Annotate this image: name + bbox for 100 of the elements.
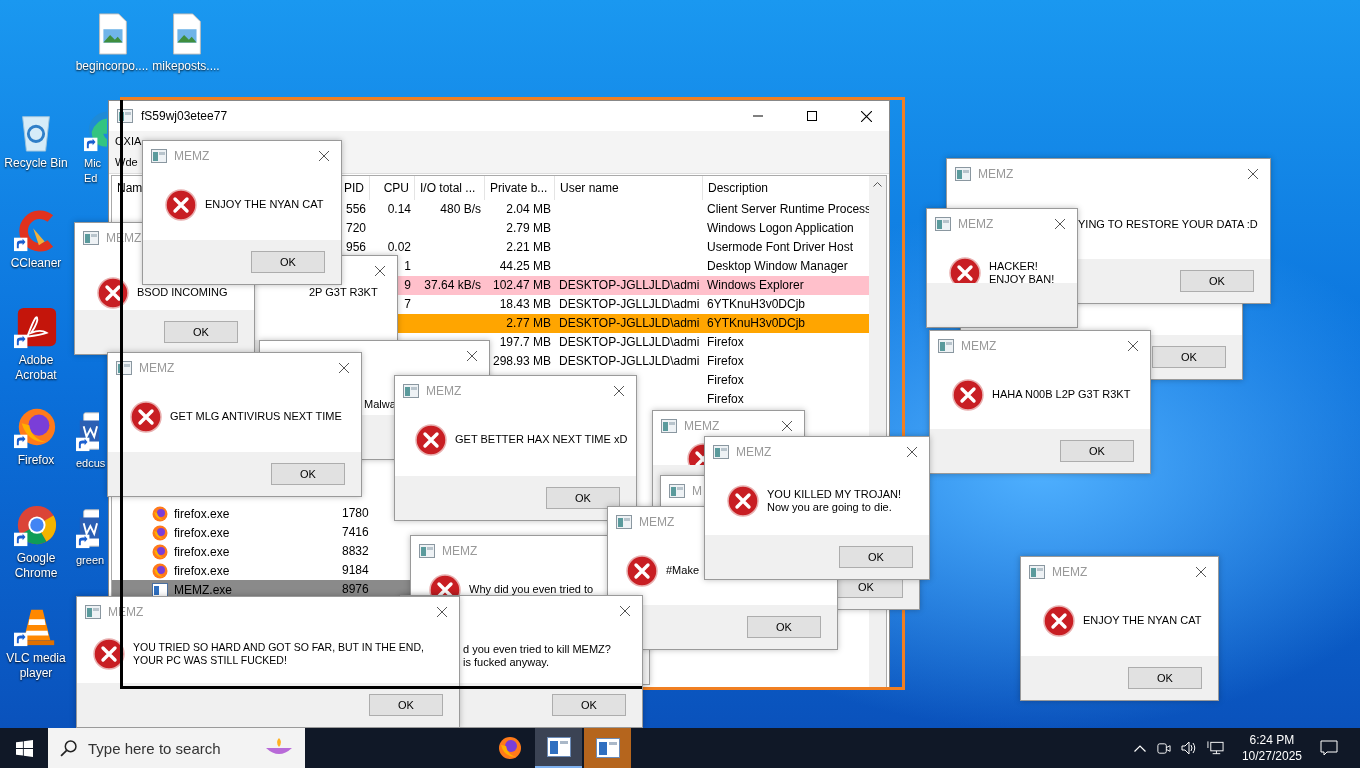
table-cell: firefox.exe bbox=[174, 544, 230, 559]
dialog-title: MEMZ bbox=[736, 445, 772, 459]
table-cell: Firefox bbox=[707, 354, 744, 368]
app-window-icon bbox=[546, 737, 571, 757]
table-cell: Usermode Font Driver Host bbox=[707, 240, 854, 254]
dialog-title: MEMZ bbox=[978, 167, 1014, 181]
taskbar-app[interactable] bbox=[584, 728, 631, 768]
close-icon[interactable] bbox=[437, 607, 447, 617]
app-window-icon bbox=[595, 738, 620, 758]
dialog-message: YOU KILLED MY TROJAN! Now you are going to die. bbox=[767, 488, 902, 514]
app-icon bbox=[616, 515, 632, 529]
camera-icon[interactable] bbox=[1155, 740, 1171, 756]
ok-button[interactable]: OK bbox=[251, 251, 325, 273]
ok-button[interactable]: OK bbox=[1060, 440, 1134, 462]
ok-button[interactable]: OK bbox=[546, 487, 620, 509]
close-icon[interactable] bbox=[467, 351, 477, 361]
table-cell: firefox.exe bbox=[174, 506, 230, 521]
ok-button[interactable]: OK bbox=[271, 463, 345, 485]
close-icon[interactable] bbox=[620, 606, 630, 616]
table-cell: firefox.exe bbox=[174, 525, 230, 540]
close-icon[interactable] bbox=[907, 447, 917, 457]
clock-date[interactable]: 10/27/2025 bbox=[1241, 748, 1302, 764]
scroll-up-icon[interactable] bbox=[873, 182, 882, 187]
ok-button[interactable]: OK bbox=[1152, 346, 1226, 368]
desktop-icon-label[interactable]: Mic Ed bbox=[84, 156, 102, 186]
close-icon[interactable] bbox=[1128, 341, 1138, 351]
speaker-icon[interactable] bbox=[1180, 740, 1197, 756]
app-icon bbox=[955, 167, 971, 181]
dialog-message: ENJOY THE NYAN CAT bbox=[1083, 614, 1202, 627]
app-icon bbox=[935, 217, 951, 231]
desktop-icon-label[interactable]: Adobe Acrobat bbox=[15, 353, 57, 383]
desktop-icon-label[interactable]: edcus bbox=[76, 456, 106, 471]
windows-icon bbox=[15, 739, 33, 757]
desktop-icon-label[interactable]: CCleaner bbox=[10, 256, 62, 271]
ok-button[interactable]: OK bbox=[552, 694, 626, 716]
table-cell: 2.04 MB bbox=[506, 202, 551, 216]
dialog-title: MEMZ bbox=[426, 384, 462, 398]
dialog-message: YING TO RESTORE YOUR DATA :D bbox=[1078, 218, 1258, 231]
table-cell: 9184 bbox=[342, 563, 369, 577]
network-icon[interactable] bbox=[1206, 740, 1224, 756]
ok-button[interactable]: OK bbox=[164, 321, 238, 343]
table-cell: MEMZ.exe bbox=[174, 582, 232, 597]
table-cell: 44.25 MB bbox=[499, 259, 551, 273]
desktop-icon-label[interactable]: green bbox=[76, 553, 105, 568]
maximize-icon[interactable] bbox=[807, 111, 817, 121]
close-icon[interactable] bbox=[782, 421, 792, 431]
table-cell: 556 bbox=[345, 202, 366, 216]
table-cell: 37.64 kB/s bbox=[424, 278, 481, 292]
ok-button[interactable]: OK bbox=[1128, 667, 1202, 689]
close-icon[interactable] bbox=[860, 110, 872, 122]
chevron-up-icon[interactable] bbox=[1133, 744, 1146, 752]
table-cell: Desktop Window Manager bbox=[707, 259, 848, 273]
dialog-message: HACKER! ENJOY BAN! bbox=[989, 260, 1055, 286]
table-cell: 480 B/s bbox=[440, 202, 481, 216]
table-cell: firefox.exe bbox=[174, 563, 230, 578]
table-cell: 720 bbox=[345, 221, 366, 235]
dialog-title: MEMZ bbox=[684, 419, 720, 433]
close-icon[interactable] bbox=[1055, 219, 1065, 229]
ok-button[interactable]: OK bbox=[369, 694, 443, 716]
search-field[interactable]: Type here to search bbox=[48, 728, 305, 768]
table-cell: 102.47 MB bbox=[492, 278, 551, 292]
error-icon bbox=[415, 424, 447, 456]
desktop-icon-label[interactable]: VLC media player bbox=[6, 651, 66, 681]
dialog-title: MEMZ bbox=[958, 217, 994, 231]
table-cell: 1780 bbox=[342, 506, 369, 520]
table-cell: 7416 bbox=[342, 525, 369, 539]
notification-icon[interactable] bbox=[1320, 740, 1338, 756]
dialog-message: Why did you even tried to bbox=[469, 583, 594, 596]
close-icon[interactable] bbox=[339, 363, 349, 373]
browser-icon bbox=[152, 562, 168, 579]
app-icon bbox=[419, 544, 435, 558]
browser-icon bbox=[14, 406, 58, 450]
table-cell: Firefox bbox=[707, 373, 744, 387]
dialog-message: YOU TRIED SO HARD AND GOT SO FAR, BUT IN THE END, YOUR PC WAS STILL FUCKED! bbox=[133, 641, 424, 667]
error-icon bbox=[165, 189, 197, 221]
app-icon bbox=[403, 384, 419, 398]
clock-time[interactable]: 6:24 PM bbox=[1249, 732, 1295, 748]
error-icon bbox=[130, 401, 162, 433]
table-cell: Firefox bbox=[707, 392, 744, 406]
table-cell: Client Server Runtime Process bbox=[707, 202, 872, 216]
desktop-icon-label[interactable]: Firefox bbox=[17, 453, 55, 468]
error-icon bbox=[727, 485, 759, 517]
close-icon[interactable] bbox=[1248, 169, 1258, 179]
table-cell: 197.7 MB bbox=[499, 335, 551, 349]
table-cell: Firefox bbox=[707, 335, 744, 349]
close-icon[interactable] bbox=[1196, 567, 1206, 577]
close-icon[interactable] bbox=[319, 151, 329, 161]
table-cell: 7 bbox=[404, 297, 411, 311]
dialog-message: GET MLG ANTIVIRUS NEXT TIME bbox=[170, 410, 342, 423]
table-cell: 8832 bbox=[342, 544, 369, 558]
close-icon[interactable] bbox=[614, 386, 624, 396]
ok-button[interactable]: OK bbox=[747, 616, 821, 638]
ok-button[interactable]: OK bbox=[1180, 270, 1254, 292]
taskbar-app[interactable] bbox=[535, 728, 582, 768]
window-title: fS59wj03etee77 bbox=[141, 109, 228, 123]
table-cell: 6YTKnuH3v0DCjb bbox=[707, 316, 806, 330]
close-icon[interactable] bbox=[375, 266, 385, 276]
desktop-icon-label[interactable]: Google Chrome bbox=[14, 551, 58, 581]
desktop-icon-label[interactable]: Recycle Bin bbox=[4, 156, 68, 171]
ok-button[interactable]: OK bbox=[839, 546, 913, 568]
